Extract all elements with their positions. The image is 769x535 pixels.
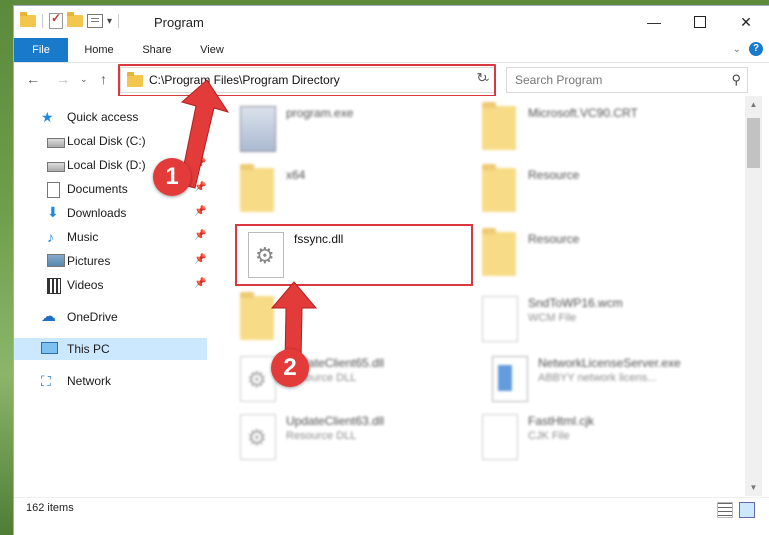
annotation-arrows <box>179 79 318 363</box>
explorer-window: ▾ Program — ✕ File Home Share View ⌄ ? ←… <box>14 6 769 535</box>
step-2-callout: 2 <box>271 349 309 387</box>
step-1-callout: 1 <box>153 158 191 196</box>
